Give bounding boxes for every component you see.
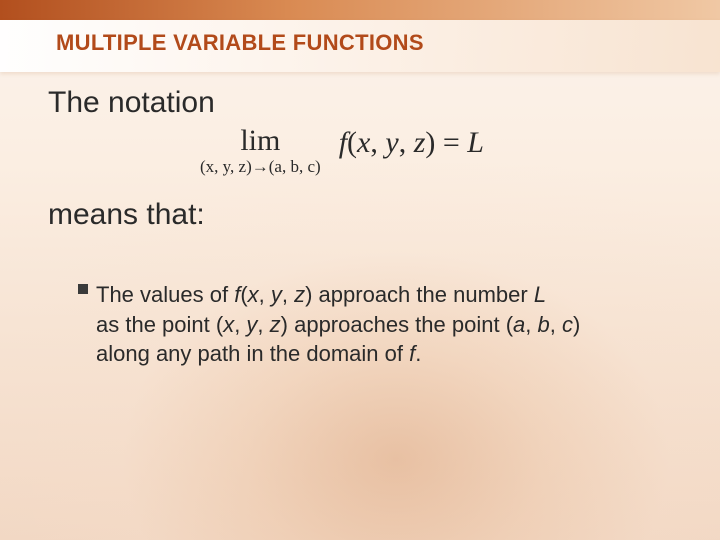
txt-seg1: The values of bbox=[96, 282, 234, 307]
txt-a: a bbox=[513, 312, 525, 337]
txt-y1: y bbox=[271, 282, 282, 307]
limit-formula: lim (x, y, z)→(a, b, c) f(x, y, z) = L bbox=[200, 126, 484, 175]
intro-line-1: The notation bbox=[48, 86, 215, 120]
txt-open1: ( bbox=[240, 282, 247, 307]
txt-c5: , bbox=[525, 312, 537, 337]
comma-1: , bbox=[370, 126, 385, 159]
func-name: f bbox=[339, 126, 347, 159]
txt-b: b bbox=[538, 312, 550, 337]
txt-z2: z bbox=[270, 312, 281, 337]
close-paren: ) bbox=[425, 126, 435, 159]
arg-z: z bbox=[414, 126, 426, 159]
limit-operator: lim (x, y, z)→(a, b, c) bbox=[200, 126, 321, 175]
txt-period: . bbox=[415, 341, 421, 366]
txt-c1: , bbox=[259, 282, 271, 307]
top-accent-bar bbox=[0, 0, 720, 20]
square-bullet-icon bbox=[78, 284, 88, 294]
lim-sub-arrow: → bbox=[252, 157, 269, 176]
limit-value: L bbox=[467, 126, 484, 159]
limit-expression: f(x, y, z) = L bbox=[339, 128, 484, 158]
slide: MULTIPLE VARIABLE FUNCTIONS The notation… bbox=[0, 0, 720, 540]
txt-seg5: along any path in the domain of bbox=[96, 341, 409, 366]
lim-subscript: (x, y, z)→(a, b, c) bbox=[200, 158, 321, 175]
txt-x2: x bbox=[223, 312, 234, 337]
txt-seg2: approach the number bbox=[312, 282, 533, 307]
lim-word: lim bbox=[200, 126, 321, 156]
txt-close2: ) bbox=[281, 312, 288, 337]
open-paren: ( bbox=[347, 126, 357, 159]
lim-sub-lhs: (x, y, z) bbox=[200, 157, 252, 176]
txt-seg4: approaches the point ( bbox=[288, 312, 513, 337]
bullet-text: The values of f(x, y, z) approach the nu… bbox=[96, 282, 580, 366]
equals-sign: = bbox=[435, 126, 467, 159]
txt-x1: x bbox=[248, 282, 259, 307]
comma-2: , bbox=[399, 126, 414, 159]
section-title: MULTIPLE VARIABLE FUNCTIONS bbox=[56, 30, 424, 56]
arg-y: y bbox=[385, 126, 398, 159]
txt-seg3: as the point ( bbox=[96, 312, 223, 337]
txt-c4: , bbox=[257, 312, 269, 337]
bullet-item: The values of f(x, y, z) approach the nu… bbox=[96, 280, 660, 369]
intro-line-2: means that: bbox=[48, 198, 205, 232]
txt-c3: , bbox=[234, 312, 246, 337]
txt-close3: ) bbox=[573, 312, 580, 337]
txt-y2: y bbox=[246, 312, 257, 337]
lim-sub-rhs: (a, b, c) bbox=[269, 157, 321, 176]
arg-x: x bbox=[357, 126, 370, 159]
txt-c: c bbox=[562, 312, 573, 337]
txt-z1: z bbox=[294, 282, 305, 307]
txt-c2: , bbox=[282, 282, 294, 307]
txt-L: L bbox=[534, 282, 546, 307]
txt-c6: , bbox=[550, 312, 562, 337]
